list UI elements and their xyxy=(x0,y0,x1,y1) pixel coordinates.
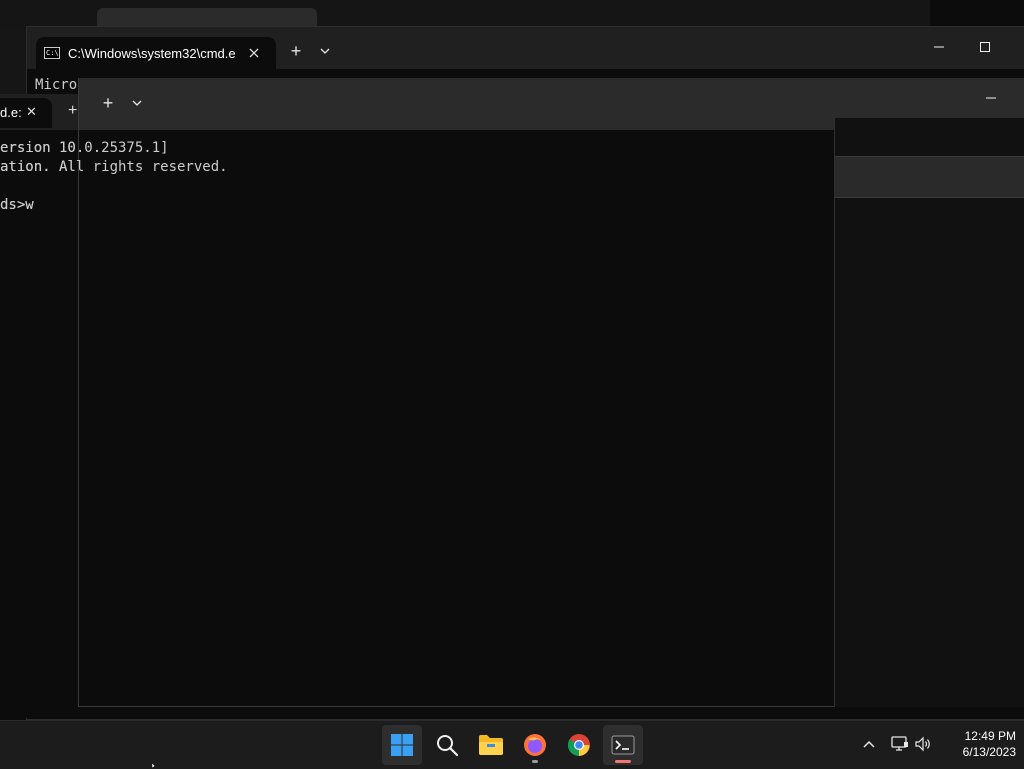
background-window-edge xyxy=(0,28,26,94)
tray-volume-button[interactable] xyxy=(912,733,934,755)
taskbar-chrome-button[interactable] xyxy=(559,725,599,765)
terminal-icon xyxy=(611,735,635,755)
clock-time: 12:49 PM xyxy=(964,729,1016,743)
main-tab-close-button[interactable] xyxy=(244,43,264,63)
front-pane-divider xyxy=(834,118,835,707)
main-tab-dropdown-button[interactable] xyxy=(313,39,337,63)
left-tab-title: d.e: xyxy=(0,105,22,120)
taskbar-start-button[interactable] xyxy=(382,725,422,765)
minimize-icon xyxy=(986,97,996,99)
close-icon xyxy=(249,48,259,58)
taskbar-search-button[interactable] xyxy=(427,725,467,765)
firefox-running-indicator xyxy=(532,760,538,763)
front-side-bar xyxy=(835,156,1024,198)
chevron-up-icon xyxy=(863,740,875,748)
cmd-icon: C:\ xyxy=(44,47,60,59)
front-tab-dropdown-button[interactable] xyxy=(125,91,149,115)
terminal-prompt-line[interactable]: ds>w xyxy=(0,196,34,215)
front-minimize-button[interactable] xyxy=(968,82,1014,114)
main-terminal-output: Micro xyxy=(35,77,78,93)
chevron-down-icon xyxy=(132,100,142,106)
firefox-icon xyxy=(524,734,546,756)
chrome-icon xyxy=(568,734,590,756)
taskbar-terminal-button[interactable] xyxy=(603,725,643,765)
left-tab-close-button[interactable]: ✕ xyxy=(26,104,42,122)
main-window-tab[interactable]: C:\ C:\Windows\system32\cmd.e: xyxy=(36,37,276,69)
terminal-active-indicator xyxy=(615,760,631,763)
main-new-tab-button[interactable]: + xyxy=(284,39,308,63)
tray-network-button[interactable] xyxy=(889,733,911,755)
search-icon xyxy=(437,735,459,757)
terminal-version-line: ersion 10.0.25375.1] xyxy=(0,140,169,156)
terminal-rights-line: ation. All rights reserved. xyxy=(0,159,228,175)
main-minimize-button[interactable] xyxy=(916,31,962,63)
clock-date: 6/13/2023 xyxy=(962,745,1016,759)
taskbar: 12:49 PM 6/13/2023 xyxy=(0,720,1024,769)
front-new-tab-button[interactable]: + xyxy=(96,91,120,115)
front-side-panel xyxy=(835,118,1024,707)
taskbar-file-explorer-button[interactable] xyxy=(471,725,511,765)
maximize-icon xyxy=(980,42,990,52)
windows-icon xyxy=(391,734,413,756)
left-new-tab-button[interactable]: + xyxy=(68,102,77,120)
folder-icon xyxy=(479,735,503,755)
tray-overflow-button[interactable] xyxy=(858,733,880,755)
tray-clock[interactable]: 12:49 PM 6/13/2023 xyxy=(940,728,1016,760)
mouse-cursor-icon xyxy=(152,763,156,768)
chevron-down-icon xyxy=(320,48,330,54)
main-maximize-button[interactable] xyxy=(962,31,1008,63)
main-tab-title: C:\Windows\system32\cmd.e: xyxy=(68,45,236,61)
background-window-tab[interactable] xyxy=(97,8,317,28)
taskbar-firefox-button[interactable] xyxy=(515,725,555,765)
cmd-window-left: d.e: ✕ + ersion 10.0.25375.1] ation. All… xyxy=(0,94,78,718)
minimize-icon xyxy=(934,46,944,48)
network-icon xyxy=(891,736,908,751)
volume-icon xyxy=(915,736,930,752)
